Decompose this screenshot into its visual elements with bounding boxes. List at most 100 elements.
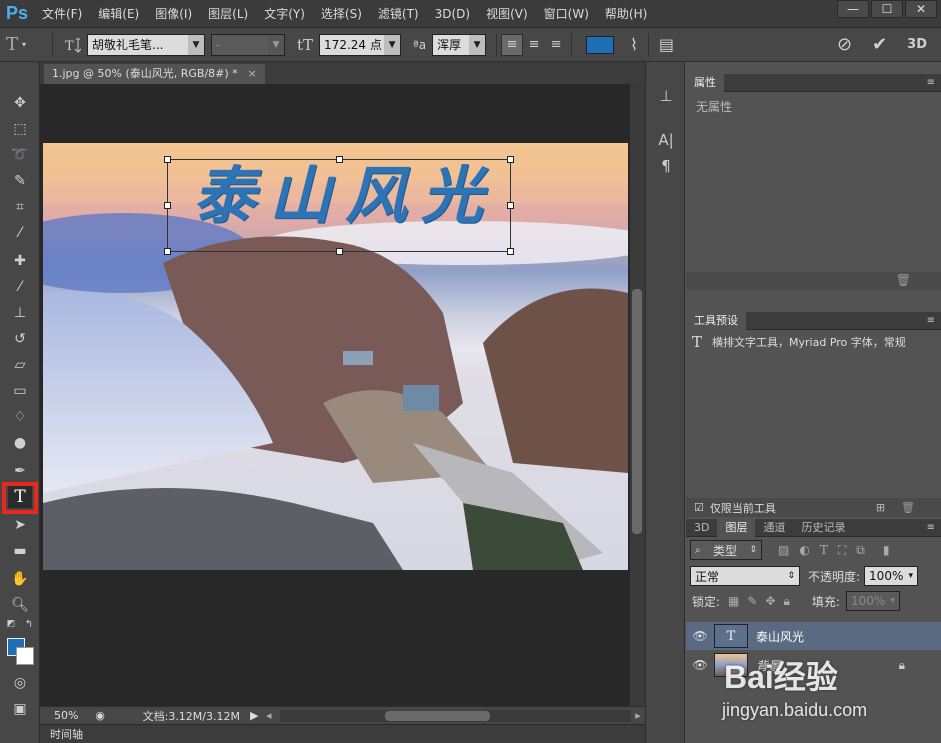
font-family-select[interactable]: 胡敬礼毛笔... ▼ bbox=[87, 33, 205, 56]
cancel-edits-button[interactable]: ⊘ bbox=[831, 34, 858, 55]
text-bounding-box[interactable] bbox=[164, 156, 514, 255]
menu-edit[interactable]: 编辑(E) bbox=[90, 0, 147, 28]
horizontal-scrollbar[interactable] bbox=[280, 709, 631, 722]
character-panel-button[interactable]: A| bbox=[656, 130, 676, 150]
hand-tool[interactable]: ✋ bbox=[8, 568, 32, 590]
antialias-select[interactable]: 浑厚 ▼ bbox=[432, 33, 487, 56]
history-brush-tool[interactable]: ↺ bbox=[8, 328, 32, 350]
tool-preset-item[interactable]: T 横排文字工具，Myriad Pro 字体，常规 bbox=[686, 330, 941, 354]
brush-tool[interactable]: ⁄ bbox=[8, 276, 32, 298]
move-tool[interactable]: ✥ bbox=[8, 92, 32, 114]
panel-menu-icon[interactable]: ≡ bbox=[927, 522, 935, 533]
scroll-thumb[interactable] bbox=[632, 289, 642, 534]
tab-layers[interactable]: 图层 bbox=[717, 518, 756, 537]
rectangle-tool[interactable]: ▬ bbox=[8, 540, 32, 562]
transform-handle[interactable] bbox=[164, 248, 171, 255]
filter-adjustment-icon[interactable]: ◐ bbox=[799, 543, 809, 557]
vertical-scrollbar[interactable] bbox=[630, 84, 645, 706]
close-tab-icon[interactable]: × bbox=[248, 64, 257, 84]
font-size-select[interactable]: 172.24 点 ▼ bbox=[319, 33, 402, 56]
zoom-level[interactable]: 50% bbox=[40, 709, 90, 722]
transform-handle[interactable] bbox=[164, 202, 171, 209]
scroll-right-icon[interactable]: ▸ bbox=[631, 709, 645, 722]
fill-input[interactable]: 100% ▾ bbox=[845, 591, 900, 611]
maximize-button[interactable]: ☐ bbox=[871, 0, 903, 18]
quick-mask-button[interactable]: ◎ bbox=[8, 672, 32, 694]
zoom-tool[interactable]: 🔍︎ bbox=[8, 594, 32, 616]
quick-selection-tool[interactable]: ✎ bbox=[8, 170, 32, 192]
current-tool-only-checkbox[interactable]: ☑ bbox=[694, 501, 704, 514]
path-selection-tool[interactable]: ➤ bbox=[8, 514, 32, 536]
filter-pixel-icon[interactable]: ▨ bbox=[778, 543, 789, 557]
type-tool-preset-button[interactable]: T ▾ bbox=[0, 34, 48, 55]
menu-type[interactable]: 文字(Y) bbox=[256, 0, 313, 28]
filter-shape-icon[interactable]: ⛶ bbox=[838, 543, 846, 558]
menu-3d[interactable]: 3D(D) bbox=[427, 0, 478, 28]
panel-menu-icon[interactable]: ≡ bbox=[927, 77, 935, 88]
swap-colors-button[interactable]: ↰ bbox=[22, 618, 36, 630]
align-right-button[interactable]: ≡ bbox=[545, 34, 567, 56]
transform-handle[interactable] bbox=[336, 248, 343, 255]
status-info-icon[interactable]: ◉ bbox=[90, 709, 110, 722]
lock-transparent-icon[interactable]: ▦ bbox=[728, 594, 739, 608]
trash-icon[interactable]: 🗑︎ bbox=[901, 501, 915, 514]
minimize-button[interactable]: — bbox=[837, 0, 869, 18]
lock-pixels-icon[interactable]: ✎ bbox=[747, 594, 757, 608]
blur-tool[interactable]: ♢ bbox=[8, 406, 32, 428]
background-color[interactable] bbox=[16, 647, 34, 665]
dodge-tool[interactable]: ● bbox=[8, 432, 32, 454]
transform-handle[interactable] bbox=[507, 202, 514, 209]
align-center-button[interactable]: ≡ bbox=[523, 34, 545, 56]
clone-stamp-tool[interactable]: ⊥ bbox=[8, 302, 32, 324]
clone-source-button[interactable]: ⊥ bbox=[656, 86, 676, 106]
menu-file[interactable]: 文件(F) bbox=[34, 0, 90, 28]
menu-window[interactable]: 窗口(W) bbox=[536, 0, 597, 28]
lasso-tool[interactable]: ➰ bbox=[8, 144, 32, 166]
timeline-tab[interactable]: 时间轴 bbox=[40, 724, 645, 743]
healing-brush-tool[interactable]: ✚ bbox=[8, 250, 32, 272]
crop-tool[interactable]: ⌗ bbox=[8, 196, 32, 218]
transform-handle[interactable] bbox=[507, 248, 514, 255]
tab-channels[interactable]: 通道 bbox=[755, 519, 793, 537]
commit-edits-button[interactable]: ✔ bbox=[866, 34, 893, 55]
menu-filter[interactable]: 滤镜(T) bbox=[370, 0, 427, 28]
eye-icon[interactable]: 👁︎ bbox=[686, 629, 714, 643]
align-left-button[interactable]: ≡ bbox=[501, 33, 524, 56]
blend-mode-select[interactable]: 正常 ⇕ bbox=[690, 566, 800, 586]
pen-tool[interactable]: ✒ bbox=[8, 460, 32, 482]
screen-mode-button[interactable]: ▣ bbox=[8, 698, 32, 720]
eraser-tool[interactable]: ▱ bbox=[8, 354, 32, 376]
create-3d-button[interactable]: 3D bbox=[901, 37, 933, 52]
toggle-orientation-button[interactable]: T bbox=[57, 36, 87, 54]
scroll-left-icon[interactable]: ◂ bbox=[266, 709, 280, 722]
close-window-button[interactable]: ✕ bbox=[905, 0, 937, 18]
menu-image[interactable]: 图像(I) bbox=[147, 0, 200, 28]
eye-icon[interactable]: 👁︎ bbox=[686, 658, 714, 672]
text-color-swatch[interactable] bbox=[586, 35, 615, 54]
menu-layer[interactable]: 图层(L) bbox=[200, 0, 256, 28]
panel-menu-icon[interactable]: ≡ bbox=[927, 315, 935, 326]
document-tab[interactable]: 1.jpg @ 50% (泰山风光, RGB/8#) * × bbox=[44, 64, 265, 84]
tab-history[interactable]: 历史记录 bbox=[793, 519, 853, 537]
transform-handle[interactable] bbox=[507, 156, 514, 163]
menu-select[interactable]: 选择(S) bbox=[313, 0, 370, 28]
lock-all-icon[interactable]: 🔒︎ bbox=[784, 594, 790, 609]
lock-position-icon[interactable]: ✥ bbox=[765, 594, 775, 608]
filter-smart-icon[interactable]: ⧉ bbox=[856, 543, 865, 558]
filter-toggle-icon[interactable]: ▮ bbox=[883, 543, 890, 557]
default-colors-button[interactable]: ◩ bbox=[4, 618, 18, 630]
trash-icon[interactable]: 🗑︎ bbox=[896, 273, 911, 287]
filter-type-icon[interactable]: T bbox=[820, 543, 828, 557]
opacity-input[interactable]: 100% ▾ bbox=[864, 566, 919, 586]
warp-text-button[interactable]: ⌇ bbox=[624, 35, 644, 54]
eyedropper-tool[interactable]: ⁄ bbox=[8, 222, 32, 244]
tab-properties[interactable]: 属性 bbox=[686, 73, 724, 92]
canvas-image[interactable]: 泰山风光 bbox=[43, 143, 628, 570]
menu-help[interactable]: 帮助(H) bbox=[597, 0, 655, 28]
layer-filter-select[interactable]: ⌕ 类型 ⇕ bbox=[690, 540, 762, 560]
transform-handle[interactable] bbox=[164, 156, 171, 163]
status-menu-arrow-icon[interactable]: ▶ bbox=[250, 709, 266, 722]
menu-view[interactable]: 视图(V) bbox=[478, 0, 536, 28]
new-preset-icon[interactable]: ⊞ bbox=[876, 501, 885, 514]
horizontal-scroll-thumb[interactable] bbox=[385, 710, 490, 721]
